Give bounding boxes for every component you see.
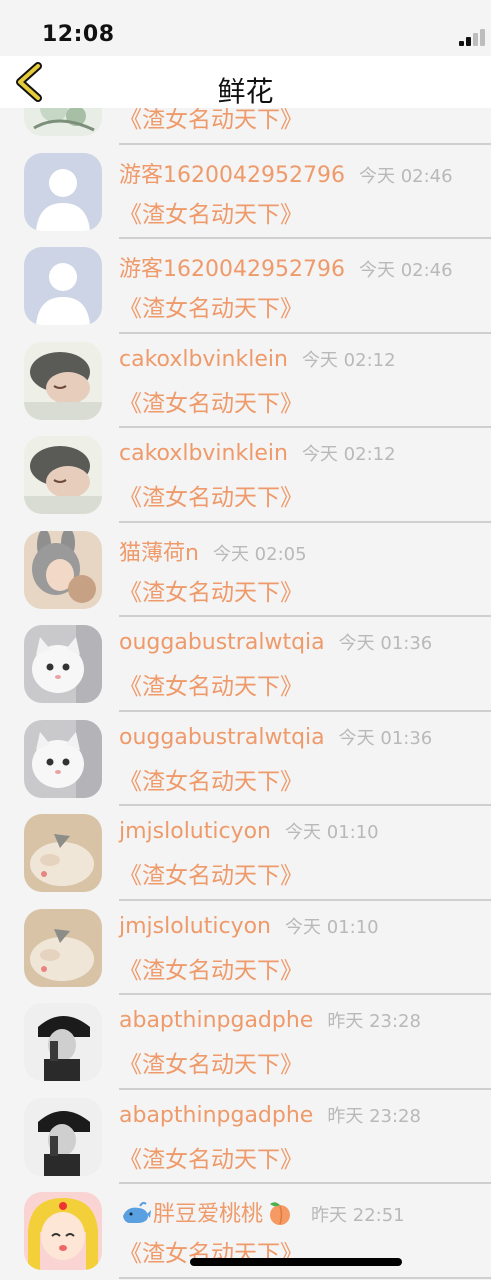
username[interactable]: 胖豆爱桃桃: [153, 1202, 263, 1227]
list-item[interactable]: jmjsloluticyon 今天 01:10 《渣女名动天下》: [0, 901, 491, 995]
username[interactable]: jmjsloluticyon: [119, 914, 271, 939]
username[interactable]: jmjsloluticyon: [119, 819, 271, 844]
avatar[interactable]: [24, 341, 102, 420]
gift-list-inner: 《渣女名动天下》 游客1620042952796 今天 02:46 《渣女名动天下》游…: [0, 108, 491, 1279]
name-line: ouggabustralwtqia 今天 01:36: [119, 629, 432, 655]
status-time: 12:08: [42, 22, 115, 47]
timestamp: 今天 01:36: [338, 633, 433, 654]
timestamp: 今天 01:10: [285, 822, 379, 843]
message-text: 《渣女名动天下》: [119, 485, 303, 511]
list-item[interactable]: 游客1620042952796 今天 02:46 《渣女名动天下》: [0, 145, 491, 239]
name-line: ouggabustralwtqia 今天 01:36: [119, 724, 432, 750]
avatar[interactable]: [24, 1192, 102, 1270]
avatar[interactable]: [24, 247, 102, 325]
username[interactable]: ouggabustralwtqia: [119, 725, 325, 750]
message-text: 《渣女名动天下》: [119, 390, 303, 417]
avatar[interactable]: [24, 719, 102, 798]
list-item[interactable]: 游客1620042952796 今天 02:46 《渣女名动天下》: [0, 239, 491, 334]
message-text: 《渣女名动天下》: [119, 674, 303, 700]
timestamp: 今天 02:05: [212, 543, 307, 565]
list-item[interactable]: 猫薄荷n 今天 02:05 《渣女名动天下》: [0, 523, 491, 617]
list-item[interactable]: cakoxlbvinklein 今天 02:12 《渣女名动天下》: [0, 334, 491, 428]
name-line: 游客1620042952796 今天 02:46: [119, 251, 453, 283]
username[interactable]: ouggabustralwtqia: [119, 630, 325, 655]
whale-icon: [123, 1201, 151, 1223]
message-text: 《渣女名动天下》: [119, 957, 303, 984]
timestamp: 今天 02:12: [301, 349, 396, 371]
gift-list[interactable]: 《渣女名动天下》 游客1620042952796 今天 02:46 《渣女名动天下》游…: [0, 108, 491, 1280]
message-text: 《渣女名动天下》: [119, 108, 303, 133]
list-item[interactable]: 《渣女名动天下》: [0, 108, 491, 145]
signal-icon: [459, 28, 485, 46]
name-line: jmjsloluticyon 今天 01:10: [119, 913, 379, 939]
timestamp: 今天 02:12: [301, 444, 396, 465]
home-indicator: [190, 1258, 402, 1266]
avatar[interactable]: [24, 1003, 102, 1081]
timestamp: 今天 02:46: [358, 260, 453, 281]
name-line: 胖豆爱桃桃 昨天 22:51: [119, 1196, 405, 1228]
name-line: 游客1620042952796 今天 02:46: [119, 157, 453, 189]
name-line: cakoxlbvinklein 今天 02:12: [119, 346, 396, 372]
list-item[interactable]: cakoxlbvinklein 今天 02:12 《渣女名动天下》: [0, 428, 491, 523]
name-line: 猫薄荷n 今天 02:05: [119, 535, 307, 567]
avatar[interactable]: [24, 436, 102, 514]
timestamp: 昨天 23:28: [327, 1105, 421, 1127]
timestamp: 昨天 23:28: [327, 1011, 421, 1032]
name-line: jmjsloluticyon 今天 01:10: [119, 818, 379, 844]
message-text: 《渣女名动天下》: [119, 768, 303, 795]
avatar[interactable]: [24, 108, 102, 136]
list-item[interactable]: jmjsloluticyon 今天 01:10 《渣女名动天下》: [0, 806, 491, 901]
list-item[interactable]: ouggabustralwtqia 今天 01:36 《渣女名动天下》: [0, 712, 491, 806]
list-item[interactable]: abapthinpgadphe 昨天 23:28 《渣女名动天下》: [0, 995, 491, 1090]
message-text: 《渣女名动天下》: [119, 1146, 303, 1173]
username[interactable]: abapthinpgadphe: [119, 1103, 313, 1128]
page-title: 鲜花: [217, 75, 274, 108]
name-line: abapthinpgadphe 昨天 23:28: [119, 1102, 421, 1128]
username[interactable]: abapthinpgadphe: [119, 1008, 313, 1033]
list-item[interactable]: ouggabustralwtqia 今天 01:36 《渣女名动天下》: [0, 617, 491, 712]
username[interactable]: 猫薄荷n: [119, 541, 199, 566]
nav-bar: 鲜花: [0, 56, 491, 108]
name-line: cakoxlbvinklein 今天 02:12: [119, 440, 396, 466]
list-item[interactable]: abapthinpgadphe 昨天 23:28 《渣女名动天下》: [0, 1090, 491, 1184]
avatar[interactable]: [24, 625, 102, 703]
timestamp: 昨天 22:51: [311, 1205, 405, 1226]
avatar[interactable]: [24, 1097, 102, 1176]
username[interactable]: cakoxlbvinklein: [119, 347, 288, 372]
timestamp: 今天 02:46: [358, 165, 453, 187]
username[interactable]: cakoxlbvinklein: [119, 441, 288, 466]
message-text: 《渣女名动天下》: [119, 579, 303, 606]
peach-icon: [270, 1202, 291, 1225]
username[interactable]: 游客1620042952796: [119, 163, 345, 188]
username[interactable]: 游客1620042952796: [119, 257, 345, 282]
avatar[interactable]: [24, 908, 102, 987]
avatar[interactable]: [24, 152, 102, 231]
avatar[interactable]: [24, 814, 102, 892]
message-text: 《渣女名动天下》: [119, 863, 303, 889]
message-text: 《渣女名动天下》: [119, 201, 303, 228]
status-bar: 12:08: [0, 0, 491, 56]
avatar[interactable]: [24, 530, 102, 609]
divider: [119, 1276, 491, 1279]
name-line: abapthinpgadphe 昨天 23:28: [119, 1007, 421, 1033]
message-text: 《渣女名动天下》: [119, 296, 303, 322]
message-text: 《渣女名动天下》: [119, 1052, 303, 1078]
timestamp: 今天 01:36: [338, 727, 433, 749]
timestamp: 今天 01:10: [285, 916, 379, 938]
